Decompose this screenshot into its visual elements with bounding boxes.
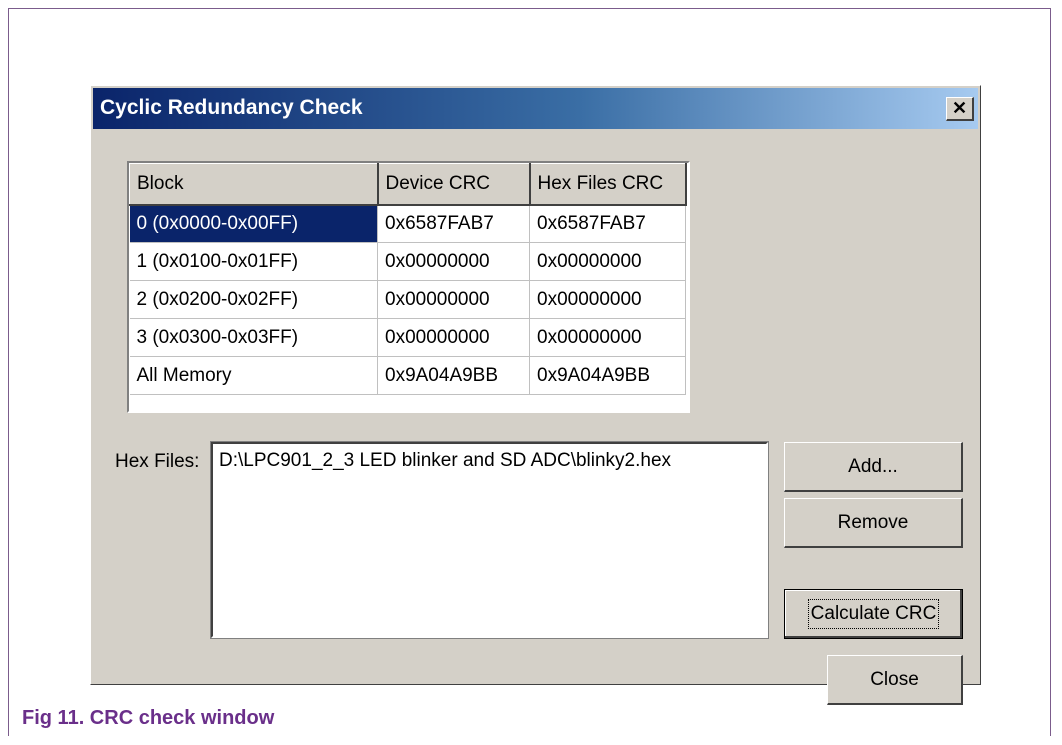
add-button-label: Add... bbox=[848, 455, 898, 477]
dialog-body: Block Device CRC Hex Files CRC 0 (0x0000… bbox=[91, 129, 980, 705]
cell-device-crc[interactable]: 0x00000000 bbox=[377, 242, 530, 281]
table-header-row: Block Device CRC Hex Files CRC bbox=[129, 163, 687, 206]
cell-block[interactable]: 0 (0x0000-0x00FF) bbox=[129, 204, 378, 243]
hex-file-item[interactable]: D:\LPC901_2_3 LED blinker and SD ADC\bli… bbox=[219, 450, 671, 472]
cell-device-crc[interactable]: 0x00000000 bbox=[377, 280, 530, 319]
table-row[interactable]: 1 (0x0100-0x01FF) 0x00000000 0x00000000 bbox=[129, 242, 686, 281]
hex-files-label: Hex Files: bbox=[115, 451, 200, 472]
remove-button[interactable]: Remove bbox=[784, 498, 963, 548]
column-header-block[interactable]: Block bbox=[129, 163, 379, 206]
cell-hex-files-crc[interactable]: 0x00000000 bbox=[529, 242, 686, 281]
cell-block[interactable]: 2 (0x0200-0x02FF) bbox=[129, 280, 378, 319]
close-button-label: Close bbox=[870, 668, 919, 690]
column-header-device-crc[interactable]: Device CRC bbox=[377, 163, 531, 206]
crc-dialog: Cyclic Redundancy Check ✕ Block Device C… bbox=[90, 85, 981, 705]
calculate-crc-button[interactable]: Calculate CRC bbox=[784, 589, 963, 639]
cell-device-crc[interactable]: 0x6587FAB7 bbox=[377, 204, 530, 243]
figure-caption: Fig 11. CRC check window bbox=[22, 707, 275, 729]
cell-hex-files-crc[interactable]: 0x6587FAB7 bbox=[529, 204, 686, 243]
cell-block[interactable]: 3 (0x0300-0x03FF) bbox=[129, 318, 378, 357]
cell-hex-files-crc[interactable]: 0x00000000 bbox=[529, 280, 686, 319]
cell-hex-files-crc[interactable]: 0x00000000 bbox=[529, 318, 686, 357]
close-glyph: ✕ bbox=[951, 98, 968, 118]
table-row[interactable]: 3 (0x0300-0x03FF) 0x00000000 0x00000000 bbox=[129, 318, 686, 357]
cell-block[interactable]: 1 (0x0100-0x01FF) bbox=[129, 242, 378, 281]
close-icon[interactable]: ✕ bbox=[946, 97, 974, 121]
remove-button-label: Remove bbox=[837, 511, 909, 533]
crc-table[interactable]: Block Device CRC Hex Files CRC 0 (0x0000… bbox=[127, 161, 690, 413]
cell-device-crc[interactable]: 0x00000000 bbox=[377, 318, 530, 357]
title-bar: Cyclic Redundancy Check ✕ bbox=[93, 88, 978, 129]
cell-hex-files-crc[interactable]: 0x9A04A9BB bbox=[529, 356, 686, 395]
table-row[interactable]: 2 (0x0200-0x02FF) 0x00000000 0x00000000 bbox=[129, 280, 686, 319]
table-row[interactable]: 0 (0x0000-0x00FF) 0x6587FAB7 0x6587FAB7 bbox=[129, 204, 686, 243]
calculate-crc-label: Calculate CRC bbox=[807, 599, 940, 629]
cell-block[interactable]: All Memory bbox=[129, 356, 378, 395]
table-row[interactable]: All Memory 0x9A04A9BB 0x9A04A9BB bbox=[129, 356, 686, 395]
column-header-hex-files-crc[interactable]: Hex Files CRC bbox=[529, 163, 687, 206]
add-button[interactable]: Add... bbox=[784, 442, 963, 492]
dialog-title: Cyclic Redundancy Check bbox=[100, 96, 363, 119]
close-button[interactable]: Close bbox=[827, 655, 963, 705]
cell-device-crc[interactable]: 0x9A04A9BB bbox=[377, 356, 530, 395]
hex-files-list[interactable]: D:\LPC901_2_3 LED blinker and SD ADC\bli… bbox=[210, 441, 769, 639]
